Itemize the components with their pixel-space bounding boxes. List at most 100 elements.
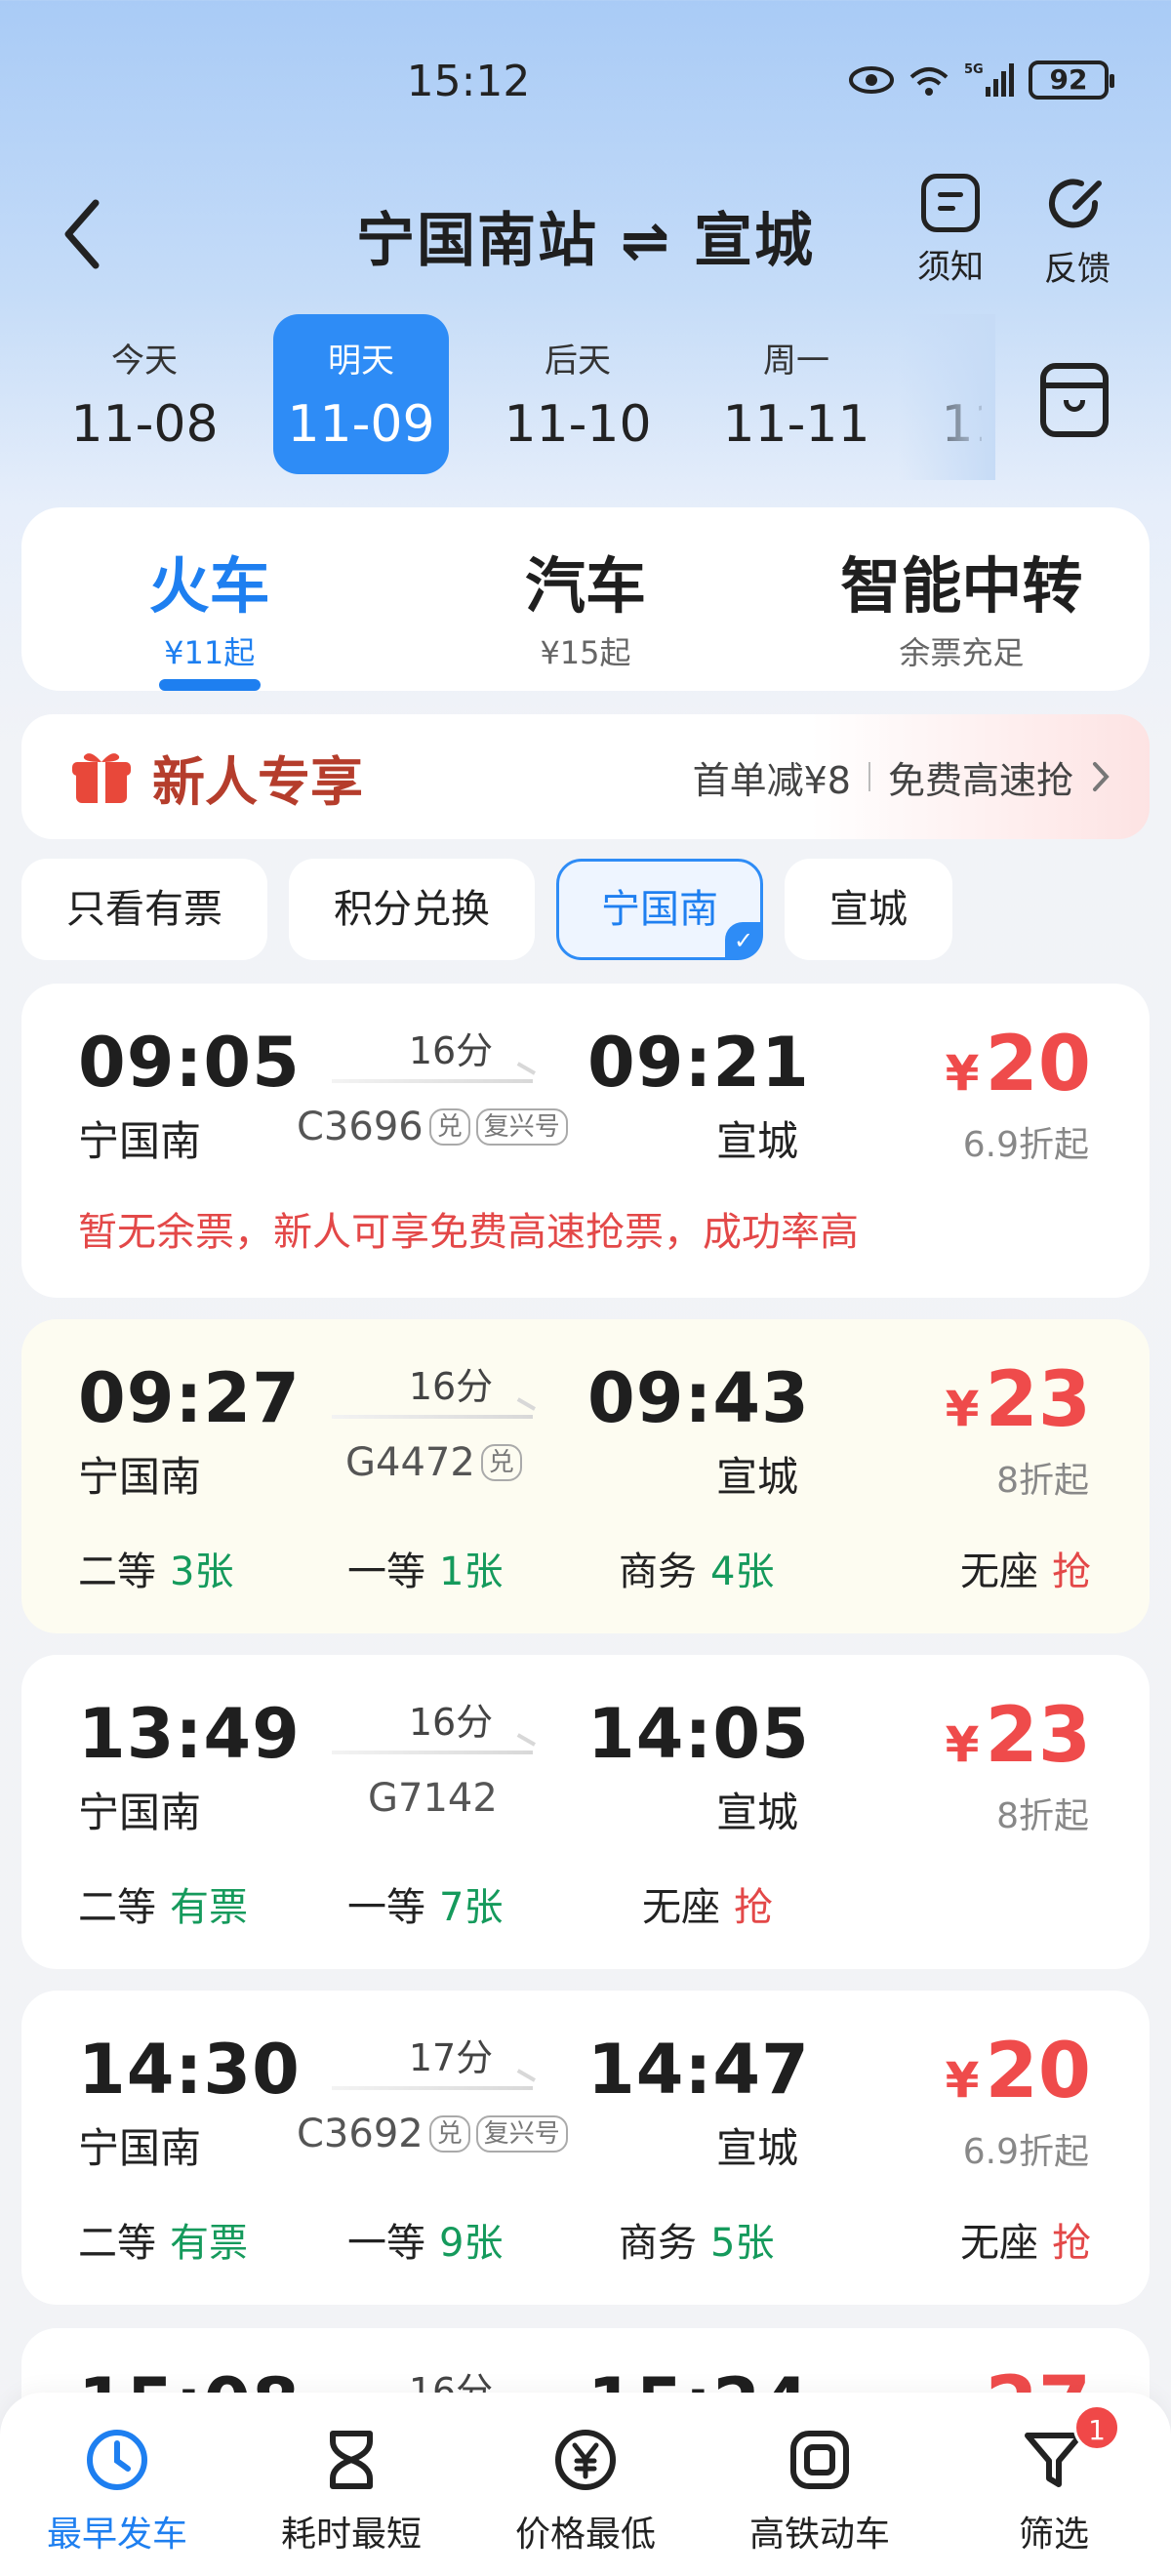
date-value: 11-09 bbox=[287, 395, 435, 454]
new-user-promo-banner[interactable]: 新人专享 首单减¥8 免费高速抢 bbox=[21, 714, 1150, 839]
seat-second-class: 二等 有票 bbox=[78, 1875, 248, 1932]
train-info: G7142 bbox=[368, 1776, 498, 1821]
grab-ticket: 抢 bbox=[1052, 1550, 1091, 1594]
transport-mode-tabs: 火车 ¥11起 汽车 ¥15起 智能中转 余票充足 bbox=[21, 507, 1150, 691]
status-icons: 5G 92 bbox=[849, 60, 1114, 100]
seat-name: 无座 bbox=[642, 1885, 720, 1930]
seat-name: 商务 bbox=[619, 1550, 697, 1594]
seat-business: 商务 5张 bbox=[619, 2211, 774, 2268]
bottom-sort-bar: 最早发车 耗时最短 价格最低 高铁动车 筛选 1 bbox=[0, 2393, 1171, 2576]
seat-name: 一等 bbox=[347, 1550, 425, 1594]
tab-train[interactable]: 火车 ¥11起 bbox=[21, 507, 397, 691]
chip-points-exchange[interactable]: 积分兑换 bbox=[289, 859, 535, 960]
seat-second-class: 二等 3张 bbox=[78, 1540, 233, 1596]
train-card[interactable]: 09:05 宁国南 16分 C3696 兑 复兴号 09:21 宣城 ¥20 6… bbox=[21, 984, 1150, 1298]
train-number: G4472 bbox=[345, 1440, 475, 1485]
feedback-button[interactable]: 反馈 bbox=[1029, 174, 1126, 290]
chevron-right-icon bbox=[1093, 762, 1110, 791]
promo-title: 新人专享 bbox=[152, 750, 363, 813]
seat-name: 商务 bbox=[619, 2221, 697, 2266]
discount: 8折起 bbox=[996, 1461, 1089, 1501]
svg-text:5G: 5G bbox=[964, 62, 984, 77]
departure-time: 14:30 bbox=[78, 2030, 301, 2110]
chip-xuancheng[interactable]: 宣城 bbox=[785, 859, 952, 960]
promo-offer-grab: 免费高速抢 bbox=[887, 758, 1073, 802]
train-info: C3692 兑 复兴号 bbox=[297, 2112, 568, 2156]
seat-availability: 9张 bbox=[439, 2221, 504, 2266]
departure-station: 宁国南 bbox=[78, 1453, 202, 1501]
direction-arrow bbox=[332, 1751, 533, 1754]
arrival-time: 09:21 bbox=[587, 1023, 810, 1103]
nav-label: 筛选 bbox=[1018, 2515, 1089, 2555]
battery-indicator: 92 bbox=[1029, 60, 1114, 100]
clock-icon bbox=[87, 2430, 147, 2490]
seat-no-seat[interactable]: 无座抢 bbox=[960, 2211, 1091, 2268]
arrival-time: 14:05 bbox=[587, 1694, 810, 1774]
departure-station: 宁国南 bbox=[78, 2124, 202, 2172]
tab-subtitle: ¥15起 bbox=[540, 634, 631, 671]
badge-exchange: 兑 bbox=[428, 2115, 470, 2153]
price-value: 23 bbox=[985, 1692, 1091, 1780]
seat-name: 一等 bbox=[347, 2221, 425, 2266]
date-tab-monday[interactable]: 周一 11-11 bbox=[687, 314, 906, 474]
badge-fuxing: 复兴号 bbox=[475, 1108, 568, 1146]
train-card[interactable]: 13:49 宁国南 16分 G7142 14:05 宣城 ¥23 8折起 二等有… bbox=[21, 1655, 1150, 1969]
sort-shortest-duration[interactable]: 耗时最短 bbox=[234, 2393, 468, 2576]
train-card[interactable]: 09:27 宁国南 16分 G4472 兑 09:43 宣城 ¥23 8折起 二… bbox=[21, 1319, 1150, 1633]
date-tab-today[interactable]: 今天 11-08 bbox=[35, 314, 254, 474]
hourglass-icon bbox=[330, 2431, 373, 2489]
seat-no-seat[interactable]: 无座抢 bbox=[960, 1540, 1091, 1596]
currency-symbol: ¥ bbox=[945, 2052, 980, 2109]
notice-button[interactable]: 须知 bbox=[902, 174, 999, 288]
date-tab-day-after[interactable]: 后天 11-10 bbox=[468, 314, 687, 474]
date-tab-tomorrow[interactable]: 明天 11-09 bbox=[273, 314, 449, 474]
tab-smart-transfer[interactable]: 智能中转 余票充足 bbox=[774, 507, 1150, 691]
seat-availability: 4张 bbox=[710, 1550, 775, 1594]
arrival-station: 宣城 bbox=[715, 1789, 798, 1836]
discount: 6.9折起 bbox=[962, 2132, 1089, 2172]
seat-name: 无座 bbox=[960, 1550, 1038, 1594]
seat-first-class: 一等 7张 bbox=[347, 1875, 503, 1932]
filter-button[interactable]: 筛选 1 bbox=[937, 2393, 1171, 2576]
arrival-time: 14:47 bbox=[587, 2030, 810, 2110]
seat-availability: 5张 bbox=[710, 2221, 775, 2266]
tab-title: 火车 bbox=[148, 550, 270, 622]
seat-availability: 1张 bbox=[439, 1550, 504, 1594]
currency-symbol: ¥ bbox=[945, 1045, 980, 1102]
tab-title: 汽车 bbox=[524, 550, 646, 622]
sort-lowest-price[interactable]: 价格最低 bbox=[468, 2393, 703, 2576]
filter-high-speed[interactable]: 高铁动车 bbox=[703, 2393, 937, 2576]
train-icon bbox=[790, 2431, 849, 2489]
check-icon: ✓ bbox=[725, 922, 762, 959]
notice-label: 须知 bbox=[917, 248, 984, 287]
arrival-time: 09:43 bbox=[587, 1358, 810, 1438]
tab-subtitle: 余票充足 bbox=[899, 634, 1025, 671]
seat-no-seat[interactable]: 无座抢 bbox=[642, 1875, 773, 1932]
seat-availability: 3张 bbox=[170, 1550, 234, 1594]
chip-ningguonan[interactable]: 宁国南 ✓ bbox=[556, 859, 763, 960]
train-number: G7142 bbox=[368, 1776, 498, 1821]
discount: 8折起 bbox=[996, 1796, 1089, 1836]
active-tab-indicator bbox=[158, 679, 261, 691]
duration: 16分 bbox=[408, 1701, 494, 1744]
seat-name: 二等 bbox=[78, 1550, 156, 1594]
date-day-label: 周一 bbox=[763, 342, 829, 381]
train-card[interactable]: 14:30 宁国南 17分 C3692 兑 复兴号 14:47 宣城 ¥20 6… bbox=[21, 1991, 1150, 2305]
price-value: 20 bbox=[985, 2028, 1091, 2115]
arrival-station: 宣城 bbox=[715, 1453, 798, 1501]
nav-label: 最早发车 bbox=[46, 2515, 187, 2555]
train-info: C3696 兑 复兴号 bbox=[297, 1105, 568, 1149]
chip-only-available[interactable]: 只看有票 bbox=[21, 859, 267, 960]
date-day-label: 明天 bbox=[328, 342, 394, 381]
currency-symbol: ¥ bbox=[945, 1381, 980, 1437]
gift-icon bbox=[72, 753, 131, 803]
filter-chips: 只看有票 积分兑换 宁国南 ✓ 宣城 bbox=[21, 859, 952, 962]
tab-bus[interactable]: 汽车 ¥15起 bbox=[397, 507, 773, 691]
direction-arrow bbox=[332, 1079, 533, 1083]
sold-out-note[interactable]: 暂无余票，新人可享免费高速抢票，成功率高 bbox=[78, 1200, 859, 1257]
calendar-icon[interactable] bbox=[1040, 363, 1109, 437]
departure-time: 13:49 bbox=[78, 1694, 301, 1774]
seat-name: 无座 bbox=[960, 2221, 1038, 2266]
sort-earliest-departure[interactable]: 最早发车 bbox=[0, 2393, 234, 2576]
status-time: 15:12 bbox=[406, 57, 531, 106]
